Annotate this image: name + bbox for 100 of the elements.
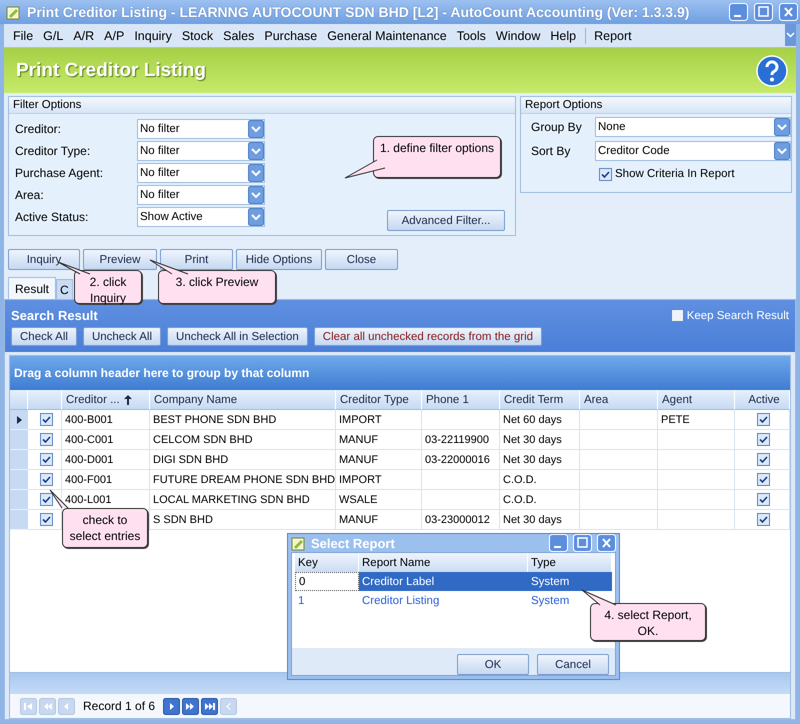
- table-cell: C.O.D.: [500, 470, 580, 490]
- table-cell: FUTURE DREAM PHONE SDN BHD: [150, 470, 336, 490]
- column-header[interactable]: Active: [735, 390, 790, 410]
- table-cell: 03-22119900: [422, 430, 500, 450]
- row-checkbox[interactable]: [40, 413, 52, 426]
- tab[interactable]: C: [56, 279, 73, 299]
- table-cell: 400-C001: [62, 430, 150, 450]
- minimize-icon[interactable]: [729, 3, 748, 21]
- dialog-title: Select Report: [311, 536, 396, 550]
- row-checkbox[interactable]: [40, 513, 52, 526]
- table-cell: DIGI SDN BHD: [150, 450, 336, 470]
- column-header[interactable]: Credit Term: [500, 390, 580, 410]
- checkbox-label: Show Criteria In Report: [615, 168, 735, 180]
- menu-item[interactable]: Purchase: [259, 28, 322, 42]
- table-cell[interactable]: Creditor Listing: [359, 591, 528, 610]
- column-header[interactable]: Company Name: [150, 390, 336, 410]
- column-header[interactable]: Agent: [658, 390, 735, 410]
- checkbox[interactable]: [670, 309, 684, 322]
- menu-item[interactable]: A/P: [99, 28, 130, 42]
- column-header[interactable]: Area: [580, 390, 658, 410]
- row-checkbox[interactable]: [40, 473, 52, 486]
- column-header[interactable]: Creditor Type: [336, 390, 422, 410]
- column-header[interactable]: Phone 1: [422, 390, 500, 410]
- table-cell: MANUF: [336, 430, 422, 450]
- column-header[interactable]: Type: [528, 553, 612, 572]
- table-cell[interactable]: 0: [295, 572, 359, 591]
- next-page-icon[interactable]: [182, 698, 200, 714]
- close-icon[interactable]: [597, 534, 616, 552]
- table-cell: Net 30 days: [500, 450, 580, 470]
- field-label: Area:: [15, 188, 45, 202]
- record-counter: Record 1 of 6: [82, 699, 156, 713]
- row-pointer-icon: [16, 416, 22, 424]
- action-button[interactable]: Hide Options: [236, 249, 322, 270]
- field-label: Purchase Agent:: [15, 166, 104, 180]
- minimize-icon[interactable]: [549, 534, 568, 552]
- menu-item[interactable]: A/R: [68, 28, 100, 42]
- last-record-icon[interactable]: [201, 698, 218, 714]
- table-cell: IMPORT: [336, 410, 422, 430]
- menu-item[interactable]: Report: [589, 28, 637, 42]
- filter-dropdown[interactable]: No filter: [137, 185, 265, 205]
- option-dropdown[interactable]: None: [595, 117, 791, 137]
- filter-dropdown[interactable]: No filter: [137, 141, 265, 161]
- menu-item[interactable]: Stock: [176, 28, 218, 42]
- checkbox[interactable]: [599, 168, 612, 180]
- maximize-icon[interactable]: [754, 3, 773, 21]
- tab[interactable]: Result: [8, 277, 56, 299]
- maximize-icon[interactable]: [573, 534, 592, 552]
- window-title: Print Creditor Listing - LEARNNG AUTOCOUNT SDN BHD [L2] - AutoCount Accounting (Ver: 1.3.3.9): [27, 4, 690, 20]
- table-cell: 03-23000012: [422, 510, 500, 530]
- menu-item[interactable]: File: [8, 28, 38, 42]
- menu-item[interactable]: Tools: [452, 28, 491, 42]
- dialog-button[interactable]: Cancel: [537, 654, 609, 675]
- checkbox-label: Keep Search Result: [686, 310, 789, 322]
- column-header[interactable]: Report Name: [359, 553, 528, 572]
- table-cell[interactable]: System: [528, 572, 612, 591]
- advanced-filter-button[interactable]: Advanced Filter...: [387, 210, 505, 231]
- menu-item[interactable]: Sales: [218, 28, 260, 42]
- table-cell: C.O.D.: [500, 490, 580, 510]
- close-icon[interactable]: [779, 3, 798, 21]
- table-cell: 400-F001: [62, 470, 150, 490]
- next-record-icon[interactable]: [163, 698, 180, 714]
- menu-item[interactable]: Inquiry: [129, 28, 177, 42]
- menu-item[interactable]: Window: [490, 28, 546, 42]
- field-label: Group By: [531, 120, 583, 134]
- grid-action-button[interactable]: Uncheck All: [82, 327, 162, 346]
- action-button[interactable]: Close: [325, 249, 398, 270]
- table-cell: Net 30 days: [500, 510, 580, 530]
- column-header[interactable]: Key: [295, 553, 359, 572]
- filter-dropdown[interactable]: No filter: [137, 119, 265, 139]
- table-cell: BEST PHONE SDN BHD: [150, 410, 336, 430]
- menu-item[interactable]: G/L: [38, 28, 68, 42]
- grid-action-button[interactable]: Clear all unchecked records from the grid: [314, 327, 542, 346]
- chevron-down-icon[interactable]: [785, 24, 796, 46]
- row-checkbox[interactable]: [40, 433, 52, 446]
- callout: check to select entries: [62, 508, 148, 548]
- row-checkbox[interactable]: [40, 453, 52, 466]
- grid-action-button[interactable]: Uncheck All in Selection: [167, 327, 308, 346]
- table-cell: Net 60 days: [500, 410, 580, 430]
- filter-dropdown[interactable]: No filter: [137, 163, 265, 183]
- column-header[interactable]: Creditor ...: [62, 390, 150, 410]
- menu-item[interactable]: Help: [545, 28, 582, 42]
- field-label: Creditor Type:: [15, 144, 92, 158]
- field-label: Sort By: [531, 144, 572, 158]
- menu-item[interactable]: General Maintenance: [322, 28, 452, 42]
- table-cell: 03-22000016: [422, 450, 500, 470]
- action-button[interactable]: Preview: [83, 249, 157, 270]
- option-dropdown[interactable]: Creditor Code: [595, 141, 791, 161]
- table-cell[interactable]: Creditor Label: [359, 572, 528, 591]
- help-icon[interactable]: [756, 54, 788, 86]
- app-icon: [291, 536, 306, 550]
- group-panel: Drag a column header here to group by that column: [10, 356, 790, 390]
- table-cell: S SDN BHD: [150, 510, 336, 530]
- page-title: Print Creditor Listing: [16, 60, 206, 82]
- dialog-button[interactable]: OK: [457, 654, 529, 675]
- row-indicator[interactable]: [10, 410, 28, 430]
- filter-dropdown[interactable]: Show Active: [137, 207, 265, 227]
- table-cell[interactable]: 1: [295, 591, 359, 610]
- row-checkbox[interactable]: [40, 493, 52, 506]
- section-title: Search Result: [11, 308, 98, 323]
- grid-action-button[interactable]: Check All: [11, 327, 77, 346]
